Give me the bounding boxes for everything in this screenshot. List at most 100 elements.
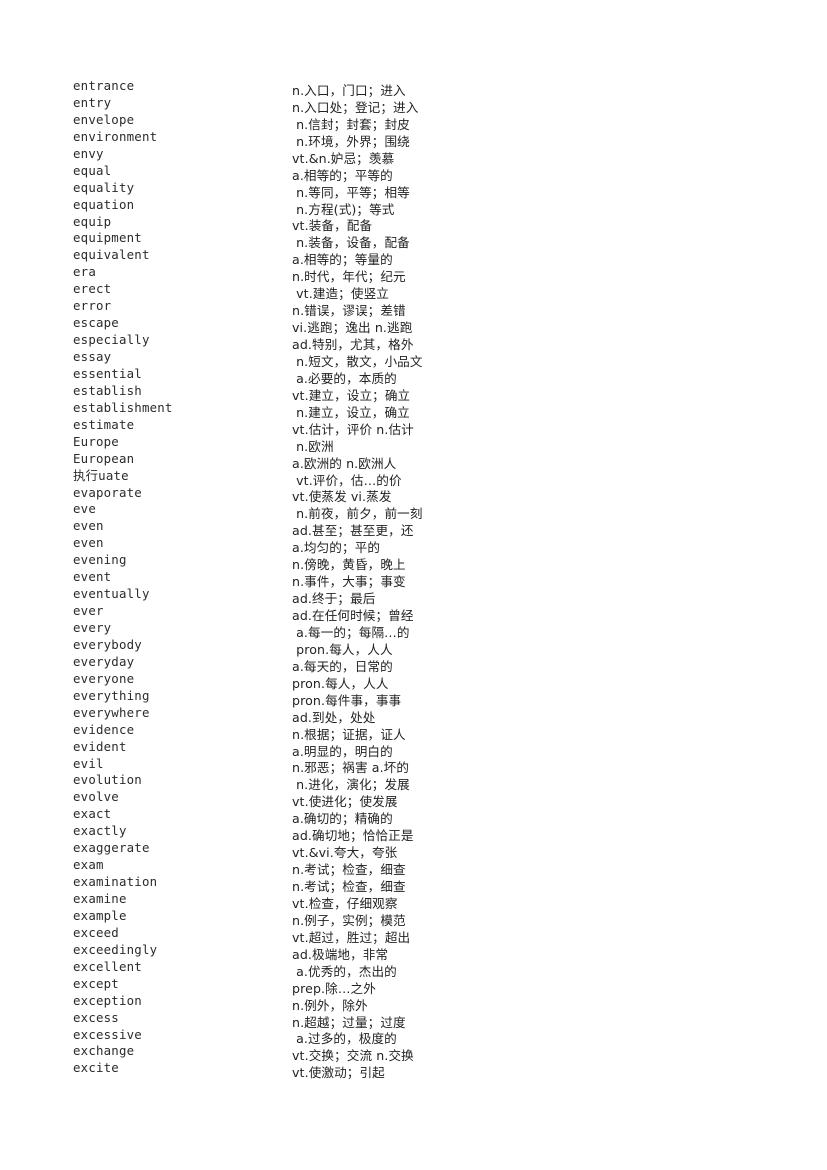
entry-term: erect: [73, 281, 112, 297]
entry-term: escape: [73, 315, 119, 331]
entry-term: exceedingly: [73, 941, 158, 957]
entry-term: equation: [73, 196, 135, 212]
document-page: entrance n.入口，门口；进入 entry n.入口处；登记；进入 envelo…: [0, 0, 827, 1170]
vocabulary-entry: exceed vt.超过，胜过；超出: [73, 924, 773, 945]
entry-term: exactly: [73, 823, 127, 839]
entry-term: error: [73, 298, 112, 314]
vocabulary-entry: exception n.例外，除外: [73, 992, 773, 1013]
entry-term: even: [73, 535, 104, 551]
vocabulary-entry: examine vt.检查，仔细观察: [73, 891, 773, 911]
entry-term: equivalent: [73, 247, 150, 263]
entry-term: entrance: [73, 78, 135, 93]
entry-term: equality: [73, 179, 135, 195]
vocabulary-entry: example n.例子，实例；模范: [73, 908, 773, 928]
entry-term: evolve: [73, 789, 119, 805]
entry-term: establishment: [73, 399, 173, 415]
entry-term: eve: [73, 501, 96, 517]
entry-term: era: [73, 264, 96, 280]
vocabulary-entry: even ad.甚至；甚至更，还: [73, 518, 773, 538]
entry-definition: vt.使激动；引起: [292, 1065, 385, 1081]
entry-term: establish: [73, 382, 142, 398]
entry-term: essential: [73, 365, 142, 381]
vocabulary-entry: excite vt.使激动；引起: [73, 1060, 773, 1080]
vocabulary-entry: essential a.必要的，本质的: [73, 365, 773, 386]
entry-term: evening: [73, 552, 127, 568]
vocabulary-entry: everyday a.每天的，日常的: [73, 654, 773, 674]
vocabulary-entry: exceedingly ad.极端地，非常: [73, 941, 773, 962]
entry-term: exchange: [73, 1043, 135, 1059]
entry-term: envelope: [73, 111, 135, 127]
vocabulary-entry: ever ad.在任何时候；曾经: [73, 603, 773, 623]
entry-term: even: [73, 518, 104, 534]
vocabulary-entry: envy vt.&n.妒忌；羡慕: [73, 145, 773, 166]
vocabulary-entry: equal a.相等的；平等的: [73, 163, 773, 183]
entry-term: environment: [73, 128, 158, 144]
vocabulary-entry: 执行uate vt.评价，估…的价: [73, 467, 773, 488]
vocabulary-entry: excellent a.优秀的，杰出的: [73, 959, 773, 979]
vocabulary-entry: establish vt.建立，设立；确立: [73, 382, 773, 403]
entry-term: examination: [73, 874, 158, 890]
vocabulary-entry: envelope n.信封；封套；封皮: [73, 111, 773, 132]
entry-term: equip: [73, 213, 112, 229]
vocabulary-entry: exchange vt.交换；交流 n.交换: [73, 1043, 773, 1063]
vocabulary-entry: estimate vt.估计，评价 n.估计: [73, 416, 773, 437]
entry-term: evaporate: [73, 484, 142, 500]
vocabulary-entry: eventually ad.终于；最后: [73, 586, 773, 606]
vocabulary-entry: evidence n.根据；证据，证人: [73, 721, 773, 742]
vocabulary-entry: establishment n.建立，设立，确立: [73, 399, 773, 420]
vocabulary-entry: even a.均匀的；平的: [73, 535, 773, 555]
vocabulary-entry: entrance n.入口，门口；进入: [73, 78, 773, 98]
entry-term: exam: [73, 857, 104, 873]
vocabulary-entry: equation n.方程(式)；等式: [73, 196, 773, 217]
vocabulary-entry: exactly ad.确切地；恰恰正是: [73, 823, 773, 843]
vocabulary-entry: except prep.除…之外: [73, 975, 773, 996]
entry-term: evident: [73, 738, 127, 754]
vocabulary-entry: examination n.考试；检查，细查: [73, 874, 773, 894]
entry-term: exception: [73, 992, 142, 1008]
vocabulary-entry: environment n.环境，外界；围绕: [73, 128, 773, 149]
vocabulary-entry: European a.欧洲的 n.欧洲人: [73, 450, 773, 471]
vocabulary-entry: especially ad.特别，尤其，格外: [73, 332, 773, 352]
entry-term: estimate: [73, 416, 135, 432]
vocabulary-entry: every a.每一的；每隔…的: [73, 620, 773, 640]
vocabulary-entry: evening n.傍晚，黄昏，晚上: [73, 552, 773, 572]
vocabulary-entry: equivalent a.相等的；等量的: [73, 247, 773, 267]
entry-term: evil: [73, 755, 104, 771]
vocabulary-entry: equality n.等同，平等；相等: [73, 179, 773, 200]
entry-term: excessive: [73, 1026, 142, 1042]
vocabulary-entry: Europe n.欧洲: [73, 433, 773, 454]
vocabulary-entry: entry n.入口处；登记；进入: [73, 94, 773, 115]
vocabulary-entry: evolve vt.使进化；使发展: [73, 789, 773, 809]
entry-term: every: [73, 620, 112, 635]
vocabulary-entry: evaporate vt.使蒸发 vi.蒸发: [73, 484, 773, 505]
entry-term: 执行uate: [73, 467, 129, 483]
entry-term: exceed: [73, 924, 119, 940]
entry-term: everyone: [73, 670, 135, 686]
entry-term: everybody: [73, 636, 142, 652]
entry-term: excite: [73, 1060, 119, 1076]
vocabulary-entry: event n.事件，大事；事变: [73, 569, 773, 589]
entry-term: essay: [73, 349, 112, 364]
vocabulary-entry: everywhere ad.到处，处处: [73, 705, 773, 725]
entry-term: Europe: [73, 433, 119, 449]
vocabulary-entry: everybody pron.每人，人人: [73, 636, 773, 657]
entry-term: evidence: [73, 721, 135, 737]
vocabulary-entry: escape vi.逃跑；逸出 n.逃跑: [73, 315, 773, 335]
entry-term: excess: [73, 1009, 119, 1025]
vocabulary-entry: everything pron.每件事，事事: [73, 687, 773, 708]
entry-term: except: [73, 975, 119, 991]
entry-term: European: [73, 450, 135, 466]
entry-term: entry: [73, 94, 112, 110]
vocabulary-entry: excess n.超越；过量；过度: [73, 1009, 773, 1030]
entry-term: ever: [73, 603, 104, 619]
entry-term: evolution: [73, 772, 142, 788]
entry-term: especially: [73, 332, 150, 348]
vocabulary-entry: error n.错误，谬误；差错: [73, 298, 773, 318]
entry-term: envy: [73, 145, 104, 161]
vocabulary-entry: eve n.前夜，前夕，前一刻: [73, 501, 773, 521]
vocabulary-entry: exaggerate vt.&vi.夸大，夸张: [73, 840, 773, 860]
vocabulary-entry: equipment n.装备，设备，配备: [73, 230, 773, 250]
entry-term: exaggerate: [73, 840, 150, 856]
entry-term: equipment: [73, 230, 142, 246]
entry-term: everything: [73, 687, 150, 703]
